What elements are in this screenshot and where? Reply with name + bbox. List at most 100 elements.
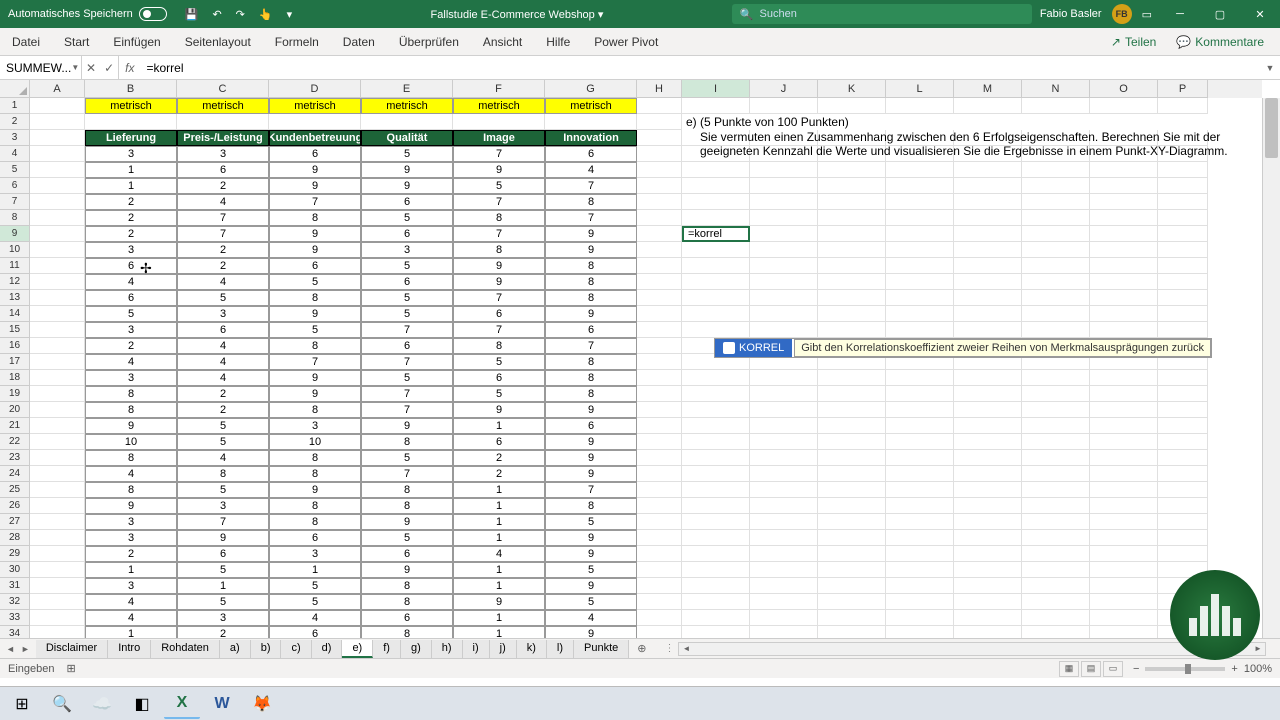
- cell[interactable]: [637, 418, 682, 434]
- cell[interactable]: [1090, 450, 1158, 466]
- row-header-19[interactable]: 19: [0, 386, 30, 402]
- cell[interactable]: [682, 610, 750, 626]
- cell[interactable]: [269, 114, 361, 130]
- row-header-24[interactable]: 24: [0, 466, 30, 482]
- cell[interactable]: [637, 594, 682, 610]
- cell[interactable]: 7: [361, 322, 453, 338]
- cell[interactable]: [750, 626, 818, 638]
- cell[interactable]: [637, 530, 682, 546]
- cell[interactable]: [954, 194, 1022, 210]
- cell[interactable]: [750, 386, 818, 402]
- row-header-8[interactable]: 8: [0, 210, 30, 226]
- cell[interactable]: 5: [177, 290, 269, 306]
- cell[interactable]: 6: [545, 146, 637, 162]
- cell[interactable]: [30, 338, 85, 354]
- cell[interactable]: [1158, 386, 1208, 402]
- cell[interactable]: 5: [361, 146, 453, 162]
- sheet-tab-g)[interactable]: g): [401, 640, 432, 658]
- cell[interactable]: [30, 194, 85, 210]
- cell[interactable]: 1: [453, 418, 545, 434]
- cell[interactable]: 5: [269, 578, 361, 594]
- cell[interactable]: [1158, 258, 1208, 274]
- cell[interactable]: 8: [545, 274, 637, 290]
- cell[interactable]: [1022, 98, 1090, 114]
- cell[interactable]: [637, 178, 682, 194]
- sheet-tab-Rohdaten[interactable]: Rohdaten: [151, 640, 220, 658]
- cell[interactable]: 3: [361, 242, 453, 258]
- cell[interactable]: [886, 322, 954, 338]
- sheet-last-icon[interactable]: ►: [21, 644, 30, 654]
- cell[interactable]: [30, 482, 85, 498]
- cell[interactable]: 3: [269, 546, 361, 562]
- row-header-27[interactable]: 27: [0, 514, 30, 530]
- cell[interactable]: [30, 594, 85, 610]
- cell[interactable]: [30, 354, 85, 370]
- cell[interactable]: 6: [453, 306, 545, 322]
- cell[interactable]: 3: [177, 306, 269, 322]
- row-headers[interactable]: 1234567891011121314151617181920212223242…: [0, 98, 30, 638]
- cell[interactable]: [886, 482, 954, 498]
- sheet-tab-d)[interactable]: d): [312, 640, 343, 658]
- cell[interactable]: [1090, 562, 1158, 578]
- row-header-31[interactable]: 31: [0, 578, 30, 594]
- cell[interactable]: [30, 530, 85, 546]
- cell[interactable]: 9: [361, 162, 453, 178]
- cell[interactable]: [682, 386, 750, 402]
- cell[interactable]: [1022, 290, 1090, 306]
- cell[interactable]: 5: [269, 594, 361, 610]
- cell[interactable]: 1: [85, 178, 177, 194]
- save-icon[interactable]: 💾: [185, 8, 199, 21]
- cell[interactable]: [954, 98, 1022, 114]
- row-header-7[interactable]: 7: [0, 194, 30, 210]
- cell[interactable]: 9: [269, 242, 361, 258]
- cell[interactable]: 4: [177, 194, 269, 210]
- col-header-C[interactable]: C: [177, 80, 269, 98]
- col-header-J[interactable]: J: [750, 80, 818, 98]
- row-header-23[interactable]: 23: [0, 450, 30, 466]
- cell[interactable]: 8: [453, 242, 545, 258]
- cell[interactable]: 2: [177, 178, 269, 194]
- cell[interactable]: [818, 434, 886, 450]
- cell[interactable]: 9: [453, 402, 545, 418]
- cell[interactable]: [954, 530, 1022, 546]
- task-view-icon[interactable]: ◧: [124, 689, 160, 719]
- cell[interactable]: 8: [269, 466, 361, 482]
- cell[interactable]: 8: [269, 290, 361, 306]
- cell[interactable]: [886, 610, 954, 626]
- cell[interactable]: 5: [361, 530, 453, 546]
- cell[interactable]: 8: [361, 498, 453, 514]
- cell[interactable]: [30, 274, 85, 290]
- cell[interactable]: [750, 578, 818, 594]
- cell[interactable]: 5: [545, 514, 637, 530]
- cell[interactable]: Sie vermuten einen Zusammenhang zwischen…: [696, 130, 1240, 178]
- cell[interactable]: [1022, 306, 1090, 322]
- cell[interactable]: [637, 322, 682, 338]
- row-header-32[interactable]: 32: [0, 594, 30, 610]
- cell[interactable]: [30, 146, 85, 162]
- cell[interactable]: 2: [453, 466, 545, 482]
- cell[interactable]: [682, 418, 750, 434]
- cell[interactable]: 9: [361, 514, 453, 530]
- cell[interactable]: [682, 562, 750, 578]
- cell[interactable]: 6: [453, 370, 545, 386]
- zoom-out-icon[interactable]: −: [1133, 663, 1139, 675]
- cell[interactable]: [1158, 210, 1208, 226]
- cell[interactable]: [886, 530, 954, 546]
- cell[interactable]: 2: [177, 626, 269, 638]
- start-button[interactable]: ⊞: [4, 689, 40, 719]
- cell[interactable]: [1022, 514, 1090, 530]
- cell[interactable]: [1090, 498, 1158, 514]
- cell[interactable]: [818, 514, 886, 530]
- cell[interactable]: [30, 162, 85, 178]
- cell[interactable]: 8: [545, 194, 637, 210]
- cell[interactable]: [818, 498, 886, 514]
- cell[interactable]: 2: [177, 242, 269, 258]
- cell[interactable]: [682, 322, 750, 338]
- zoom-level[interactable]: 100%: [1244, 663, 1272, 675]
- cell[interactable]: [886, 306, 954, 322]
- cell[interactable]: [30, 226, 85, 242]
- cell[interactable]: [1022, 274, 1090, 290]
- row-header-29[interactable]: 29: [0, 546, 30, 562]
- col-header-D[interactable]: D: [269, 80, 361, 98]
- horizontal-scrollbar[interactable]: ◄ ►: [678, 642, 1266, 656]
